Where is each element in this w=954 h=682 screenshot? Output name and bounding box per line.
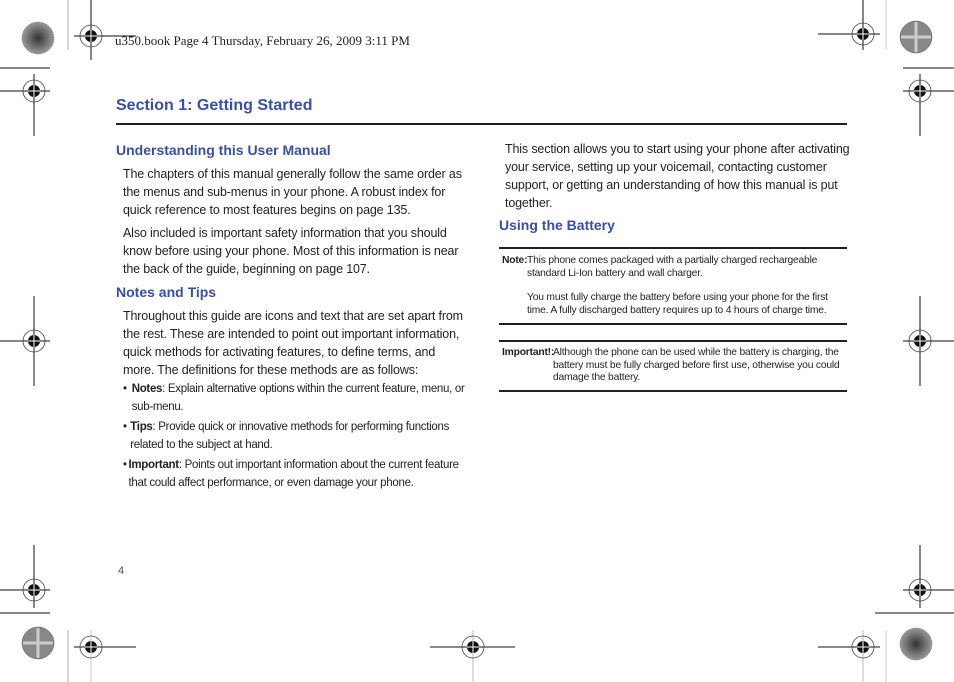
bullet-term: Tips xyxy=(130,421,153,433)
note-label: Note: xyxy=(502,255,528,266)
title-rule xyxy=(116,123,847,125)
bullet-term: Important xyxy=(128,459,179,471)
crossmark-top-right xyxy=(899,20,933,54)
important-box: Important!: Although the phone can be us… xyxy=(502,347,847,385)
bullet-notes: • Notes: Explain alternative options wit… xyxy=(123,380,468,416)
bullet-icon: • xyxy=(123,421,127,433)
note-top-rule xyxy=(499,247,847,249)
important-top-rule xyxy=(499,340,847,342)
paragraph-notes-intro: Throughout this guide are icons and text… xyxy=(123,309,463,377)
heading-using-battery: Using the Battery xyxy=(499,217,615,233)
heading-understanding-manual: Understanding this User Manual xyxy=(116,142,331,158)
heading-notes-and-tips: Notes and Tips xyxy=(116,284,217,300)
note-box: Note: This phone comes packaged with a p… xyxy=(502,255,847,317)
bullet-important: • Important: Points out important inform… xyxy=(123,456,468,492)
bullet-tips: • Tips: Provide quick or innovative meth… xyxy=(123,418,468,454)
note-text-2: You must fully charge the battery before… xyxy=(527,292,828,316)
section-title: Section 1: Getting Started xyxy=(116,97,313,114)
starburst-mark-top-left xyxy=(21,21,55,55)
paragraph-section-intro: This section allows you to start using y… xyxy=(505,142,850,210)
important-text: Although the phone can be used while the… xyxy=(553,347,840,383)
bullet-term: Notes xyxy=(131,383,163,395)
important-bottom-rule xyxy=(499,390,847,392)
important-label: Important!: xyxy=(502,347,555,358)
crossmark-bottom-left xyxy=(21,626,55,660)
book-slug-line: u350.book Page 4 Thursday, February 26, … xyxy=(115,33,410,48)
bullet-text: : Explain alternative options within the… xyxy=(131,383,465,413)
page-number: 4 xyxy=(118,565,125,577)
bullet-icon: • xyxy=(123,383,127,395)
paragraph-manual-order: The chapters of this manual generally fo… xyxy=(123,167,462,217)
starburst-mark-bottom-right xyxy=(899,627,933,661)
bullet-text: : Points out important information about… xyxy=(128,459,459,489)
note-text-1: This phone comes packaged with a partial… xyxy=(527,255,818,279)
paragraph-safety-info: Also included is important safety inform… xyxy=(123,226,459,276)
note-bottom-rule xyxy=(499,323,847,325)
bullet-text: : Provide quick or innovative methods fo… xyxy=(130,421,450,451)
